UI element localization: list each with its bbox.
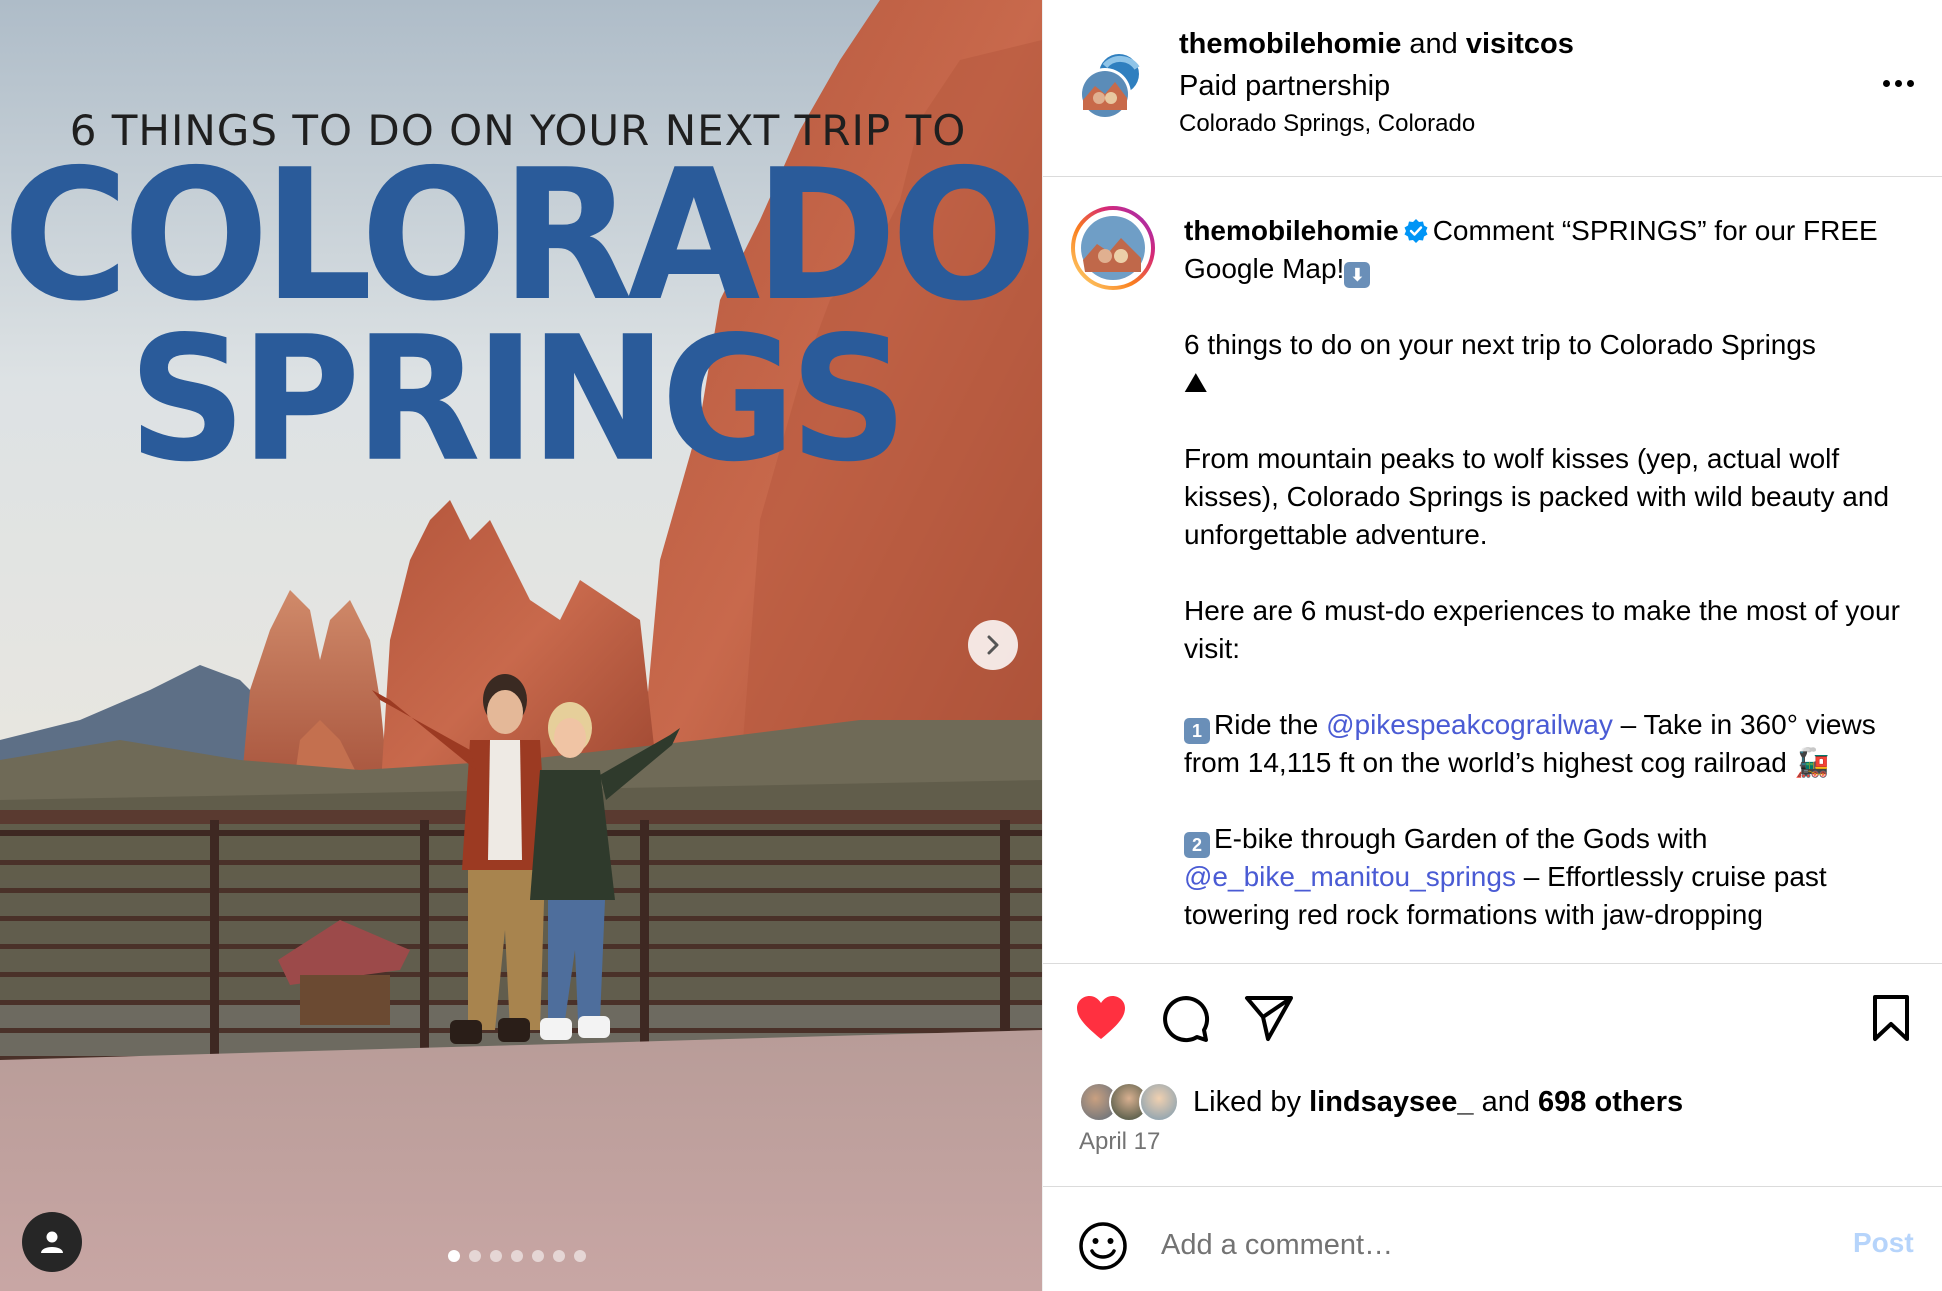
more-options-button[interactable] <box>1873 66 1923 100</box>
item-2-prefix: E-bike through Garden of the Gods with <box>1214 823 1708 854</box>
verified-badge-icon <box>1404 219 1428 243</box>
more-dot <box>1906 79 1914 87</box>
caption-scroll-area[interactable]: themobilehomie Comment “SPRINGS” for our … <box>1043 178 1942 964</box>
caption-intro: themobilehomie Comment “SPRINGS” for our … <box>1184 212 1914 288</box>
mention-e-bike-manitou-springs[interactable]: @e_bike_manitou_springs <box>1184 861 1516 892</box>
tagged-users-button[interactable] <box>22 1212 82 1272</box>
paid-partnership-label[interactable]: Paid partnership <box>1179 70 1390 103</box>
bookmark-icon <box>1873 995 1909 1041</box>
mention-pikespeakcograilway[interactable]: @pikespeakcograilway <box>1326 709 1613 740</box>
train-emoji: 🚂 <box>1794 747 1830 778</box>
author-username[interactable]: themobilehomie <box>1179 28 1401 60</box>
collab-avatar[interactable] <box>1075 50 1147 122</box>
more-dot <box>1882 79 1890 87</box>
next-slide-button[interactable] <box>968 620 1018 670</box>
item-1-prefix: Ride the <box>1214 709 1327 740</box>
post-comment-button[interactable]: Post <box>1853 1227 1914 1259</box>
person-icon <box>41 1231 63 1253</box>
emoji-picker-icon[interactable] <box>1077 1220 1129 1272</box>
keycap-1-emoji: 1 <box>1184 718 1210 744</box>
post-photo[interactable]: 6 THINGS TO DO ON YOUR NEXT TRIP TO COLO… <box>0 0 1042 1291</box>
caption-para-1: From mountain peaks to wolf kisses (yep,… <box>1184 443 1890 550</box>
keycap-2-emoji: 2 <box>1184 832 1210 858</box>
carousel-dot <box>532 1250 544 1262</box>
comment-button[interactable] <box>1157 990 1213 1046</box>
comment-icon <box>1163 996 1210 1043</box>
carousel-dot <box>469 1250 481 1262</box>
chevron-right-icon <box>987 635 999 655</box>
authors-conjunction: and <box>1409 28 1458 60</box>
post-date[interactable]: April 17 <box>1079 1128 1160 1156</box>
down-arrow-emoji: ⬇ <box>1344 262 1371 288</box>
likes-text: Liked by lindsaysee_ and 698 others <box>1193 1086 1683 1119</box>
comment-input[interactable] <box>1161 1217 1801 1273</box>
carousel-dot <box>574 1250 586 1262</box>
comment-bar: Post <box>1043 1186 1942 1291</box>
more-dot <box>1894 79 1902 87</box>
carousel-dot <box>448 1250 460 1262</box>
post-actions <box>1043 990 1942 1050</box>
liker-avatars <box>1079 1080 1189 1124</box>
likes-summary[interactable]: Liked by lindsaysee_ and 698 others <box>1079 1080 1683 1124</box>
carousel-dot <box>553 1250 565 1262</box>
caption-para-2: Here are 6 must-do experiences to make t… <box>1184 595 1900 664</box>
likes-middle: and <box>1473 1085 1539 1118</box>
caption-title: 6 things to do on your next trip to Colo… <box>1184 329 1816 360</box>
post-side-panel: themobilehomie and visitcos Paid partner… <box>1042 0 1942 1291</box>
caption-title-para: 6 things to do on your next trip to Colo… <box>1184 326 1914 402</box>
collaborator-username[interactable]: visitcos <box>1466 28 1574 60</box>
liker-avatar <box>1139 1082 1179 1122</box>
like-button[interactable] <box>1073 990 1129 1046</box>
caption-item-2: 2 E-bike through Garden of the Gods with … <box>1184 820 1914 934</box>
post-header: themobilehomie and visitcos Paid partner… <box>1043 0 1942 177</box>
carousel-dot <box>511 1250 523 1262</box>
headline-springs: SPRINGS <box>128 299 908 500</box>
likes-others-count[interactable]: 698 others <box>1538 1086 1683 1118</box>
caption-item-1: 1 Ride the @pikespeakcograilway – Take in… <box>1184 706 1914 782</box>
save-button[interactable] <box>1863 990 1919 1046</box>
send-icon <box>1245 996 1293 1041</box>
likes-prefix: Liked by <box>1193 1085 1310 1118</box>
post-location[interactable]: Colorado Springs, Colorado <box>1179 110 1475 138</box>
share-button[interactable] <box>1241 990 1297 1046</box>
carousel-indicators <box>448 1250 586 1262</box>
mountain-emoji: ⛰ <box>1184 367 1208 398</box>
heart-icon <box>1077 996 1125 1039</box>
caption-username[interactable]: themobilehomie <box>1184 215 1399 246</box>
caption-avatar[interactable] <box>1071 206 1155 290</box>
liker-username[interactable]: lindsaysee_ <box>1309 1086 1473 1118</box>
carousel-dot <box>490 1250 502 1262</box>
caption-text: themobilehomie Comment “SPRINGS” for our … <box>1184 212 1914 963</box>
post-authors: themobilehomie and visitcos <box>1179 28 1574 61</box>
